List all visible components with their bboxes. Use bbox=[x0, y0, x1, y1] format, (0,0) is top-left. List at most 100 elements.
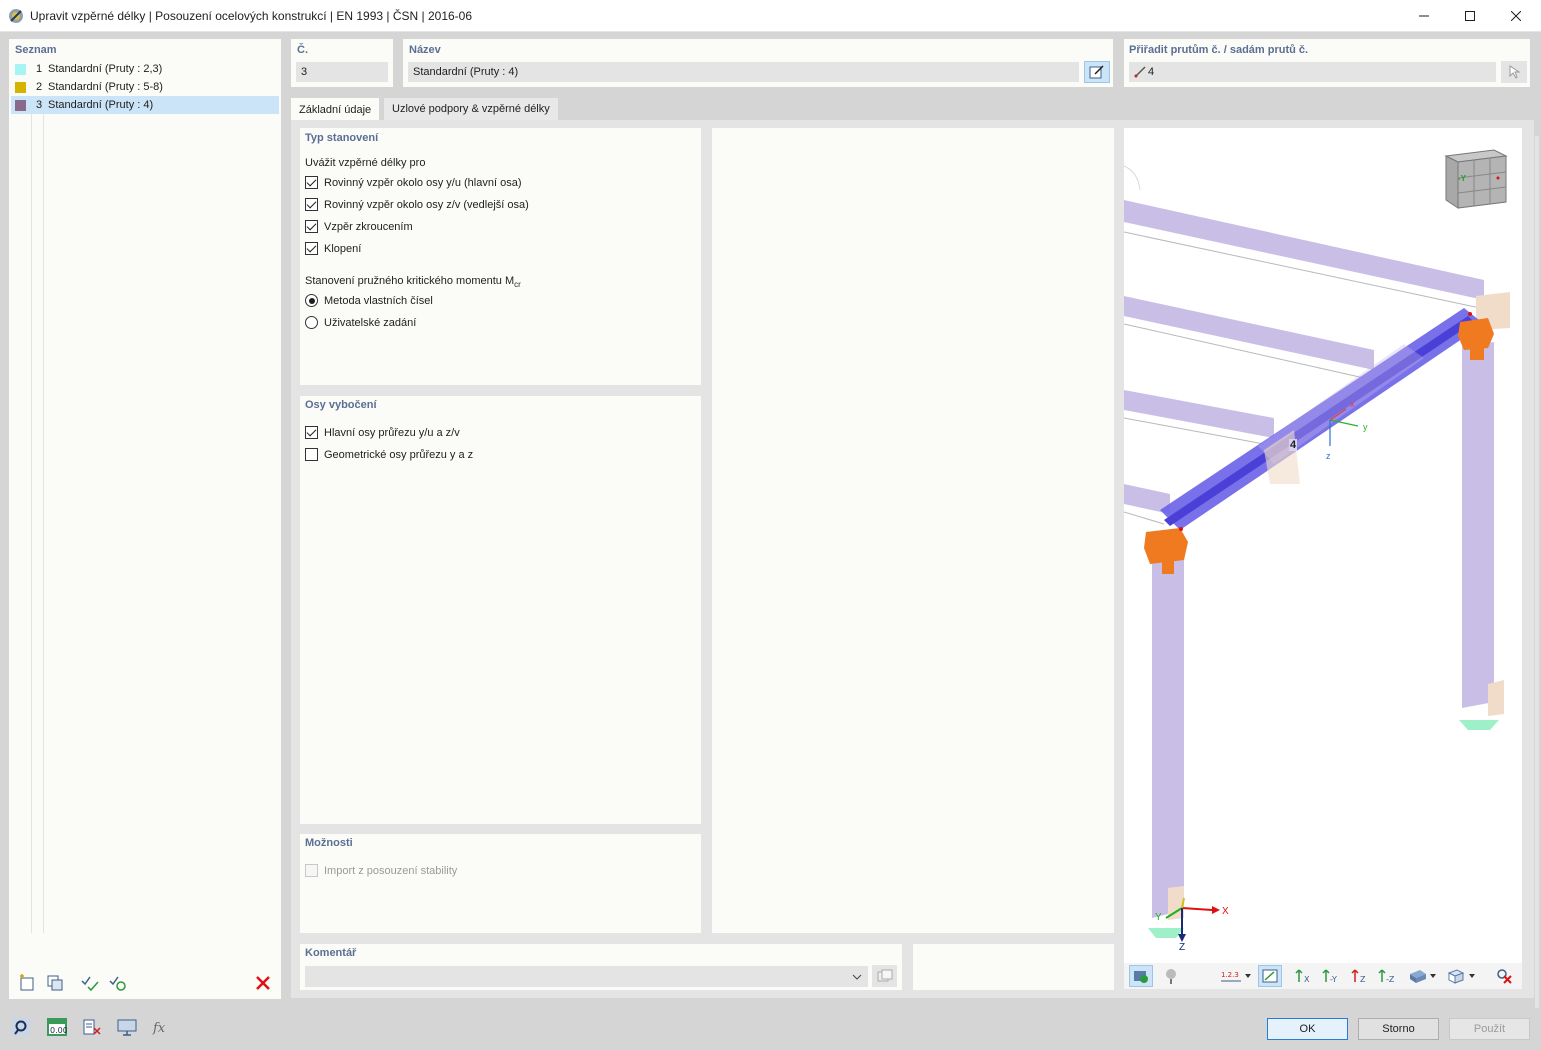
iso-view-icon bbox=[1410, 970, 1436, 983]
svg-text:-Z: -Z bbox=[1386, 975, 1395, 984]
radio-eigenvalue[interactable]: Metoda vlastních čísel bbox=[305, 294, 433, 307]
formula-button[interactable]: fx bbox=[149, 1016, 173, 1038]
comment-library-button[interactable] bbox=[872, 965, 897, 987]
view-toggle-button[interactable] bbox=[1258, 965, 1282, 987]
delete-item-button[interactable] bbox=[250, 972, 276, 994]
library-icon bbox=[877, 969, 892, 982]
check-planar-y[interactable]: Rovinný vzpěr okolo osy y/u (hlavní osa) bbox=[305, 176, 521, 189]
checkbox[interactable] bbox=[305, 864, 318, 877]
render-dropdown[interactable] bbox=[1444, 965, 1480, 987]
check-selected-button[interactable] bbox=[105, 972, 131, 994]
check-geometric-axes[interactable]: Geometrické osy průřezu y a z bbox=[305, 448, 473, 461]
checkbox[interactable] bbox=[305, 198, 318, 211]
list-item-3[interactable]: 3 Standardní (Pruty : 4) bbox=[11, 96, 279, 114]
list-item-label: Standardní (Pruty : 4) bbox=[48, 99, 154, 111]
minimize-button[interactable] bbox=[1401, 0, 1447, 32]
tab-nodal-supports[interactable]: Uzlové podpory & vzpěrné délky bbox=[384, 98, 558, 120]
check-label: Hlavní osy průřezu y/u a z/v bbox=[324, 426, 460, 439]
list-item-label: Standardní (Pruty : 5-8) bbox=[48, 81, 163, 93]
checkbox[interactable] bbox=[305, 176, 318, 189]
number-label: Č. bbox=[297, 44, 308, 56]
check-import-stability[interactable]: Import z posouzení stability bbox=[305, 864, 457, 877]
member-icon bbox=[1134, 66, 1146, 78]
model-viewport[interactable]: 4 x y z X Y Z -Y bbox=[1124, 128, 1522, 988]
list-item-label: Standardní (Pruty : 2,3) bbox=[48, 63, 163, 75]
radio-user-defined[interactable]: Uživatelské zadání bbox=[305, 316, 416, 329]
view-x-button[interactable]: X bbox=[1292, 965, 1316, 987]
axis-minus-z-icon: -Z bbox=[1378, 969, 1395, 984]
new-item-icon bbox=[20, 974, 34, 991]
model-info-button[interactable] bbox=[80, 1016, 104, 1038]
copy-item-button[interactable] bbox=[42, 972, 68, 994]
apply-button[interactable]: Použít bbox=[1449, 1018, 1530, 1040]
list-item-1[interactable]: 1 Standardní (Pruty : 2,3) bbox=[11, 60, 279, 78]
cube-face-label: -Y bbox=[1458, 174, 1466, 183]
radio-button[interactable] bbox=[305, 294, 318, 307]
view-minus-z-button[interactable]: -Z bbox=[1376, 965, 1400, 987]
pick-cursor-icon bbox=[1509, 65, 1521, 79]
new-item-button[interactable] bbox=[14, 972, 40, 994]
list-item-number: 1 bbox=[36, 63, 43, 75]
consider-label: Uvážit vzpěrné délky pro bbox=[305, 157, 426, 169]
units-button[interactable]: 0.00 bbox=[45, 1016, 69, 1038]
copy-icon bbox=[47, 975, 63, 991]
list-item-2[interactable]: 2 Standardní (Pruty : 5-8) bbox=[11, 78, 279, 96]
edit-name-button[interactable] bbox=[1084, 61, 1110, 83]
list-item-number: 2 bbox=[36, 81, 43, 93]
axis-minus-y-icon: -Y bbox=[1322, 969, 1337, 984]
display-settings-button[interactable] bbox=[115, 1016, 139, 1038]
chevron-down-icon bbox=[852, 974, 862, 980]
mcr-label: Stanovení pružného kritického momentu Mc… bbox=[305, 275, 521, 289]
window-title: Upravit vzpěrné délky | Posouzení ocelov… bbox=[30, 9, 473, 23]
number-field[interactable]: 3 bbox=[296, 62, 388, 82]
list-item-number: 3 bbox=[36, 99, 43, 111]
svg-text:fx: fx bbox=[152, 1021, 166, 1036]
svg-text:0.00: 0.00 bbox=[50, 1026, 67, 1035]
global-x-label: X bbox=[1222, 906, 1229, 917]
view-cube[interactable]: -Y bbox=[1442, 144, 1508, 210]
reset-view-button[interactable] bbox=[1492, 965, 1516, 987]
check-torsional[interactable]: Vzpěr zkroucením bbox=[305, 220, 413, 233]
name-field[interactable]: Standardní (Pruty : 4) bbox=[408, 62, 1079, 82]
list-header: Seznam bbox=[15, 44, 57, 56]
check-label: Vzpěr zkroucením bbox=[324, 220, 413, 233]
check-label: Rovinný vzpěr okolo osy y/u (hlavní osa) bbox=[324, 176, 522, 189]
number-panel: Č. 3 bbox=[291, 39, 393, 87]
tab-basic[interactable]: Základní údaje bbox=[291, 98, 380, 121]
render-box-icon bbox=[1447, 969, 1475, 984]
pick-members-button[interactable] bbox=[1501, 61, 1527, 83]
comment-side-panel bbox=[913, 944, 1114, 990]
display-info-button[interactable] bbox=[1159, 965, 1183, 987]
svg-text:1.2.3: 1.2.3 bbox=[1221, 971, 1239, 979]
check-planar-z[interactable]: Rovinný vzpěr okolo osy z/v (vedlejší os… bbox=[305, 198, 529, 211]
ok-button[interactable]: OK bbox=[1267, 1018, 1348, 1040]
radio-label: Uživatelské zadání bbox=[324, 316, 417, 329]
checkbox[interactable] bbox=[305, 242, 318, 255]
decimals-icon: 0.00 bbox=[47, 1018, 67, 1036]
checkbox[interactable] bbox=[305, 448, 318, 461]
check-selected-icon bbox=[109, 976, 126, 991]
checkbox[interactable] bbox=[305, 426, 318, 439]
display-settings-icon bbox=[117, 1019, 137, 1036]
local-z-label: z bbox=[1326, 451, 1331, 461]
radio-button[interactable] bbox=[305, 316, 318, 329]
global-y-label: Y bbox=[1155, 912, 1162, 923]
check-lateral-torsional[interactable]: Klopení bbox=[305, 242, 361, 255]
iso-view-dropdown[interactable] bbox=[1405, 965, 1441, 987]
checkbox[interactable] bbox=[305, 220, 318, 233]
cancel-button[interactable]: Storno bbox=[1358, 1018, 1439, 1040]
numbering-dropdown[interactable]: 1.2.3 bbox=[1218, 965, 1254, 987]
maximize-button[interactable] bbox=[1447, 0, 1493, 32]
view-minus-y-button[interactable]: -Y bbox=[1320, 965, 1344, 987]
comment-panel: Komentář bbox=[300, 944, 902, 990]
view-z-button[interactable]: Z bbox=[1348, 965, 1372, 987]
comment-field[interactable] bbox=[305, 966, 868, 987]
color-swatch bbox=[15, 99, 26, 111]
check-all-button[interactable] bbox=[77, 972, 103, 994]
help-search-button[interactable] bbox=[9, 1016, 33, 1038]
display-model-button[interactable] bbox=[1129, 965, 1153, 987]
assign-field[interactable]: 4 bbox=[1129, 62, 1496, 82]
check-label: Import z posouzení stability bbox=[324, 864, 458, 877]
check-principal-axes[interactable]: Hlavní osy průřezu y/u a z/v bbox=[305, 426, 460, 439]
close-button[interactable] bbox=[1493, 0, 1539, 32]
